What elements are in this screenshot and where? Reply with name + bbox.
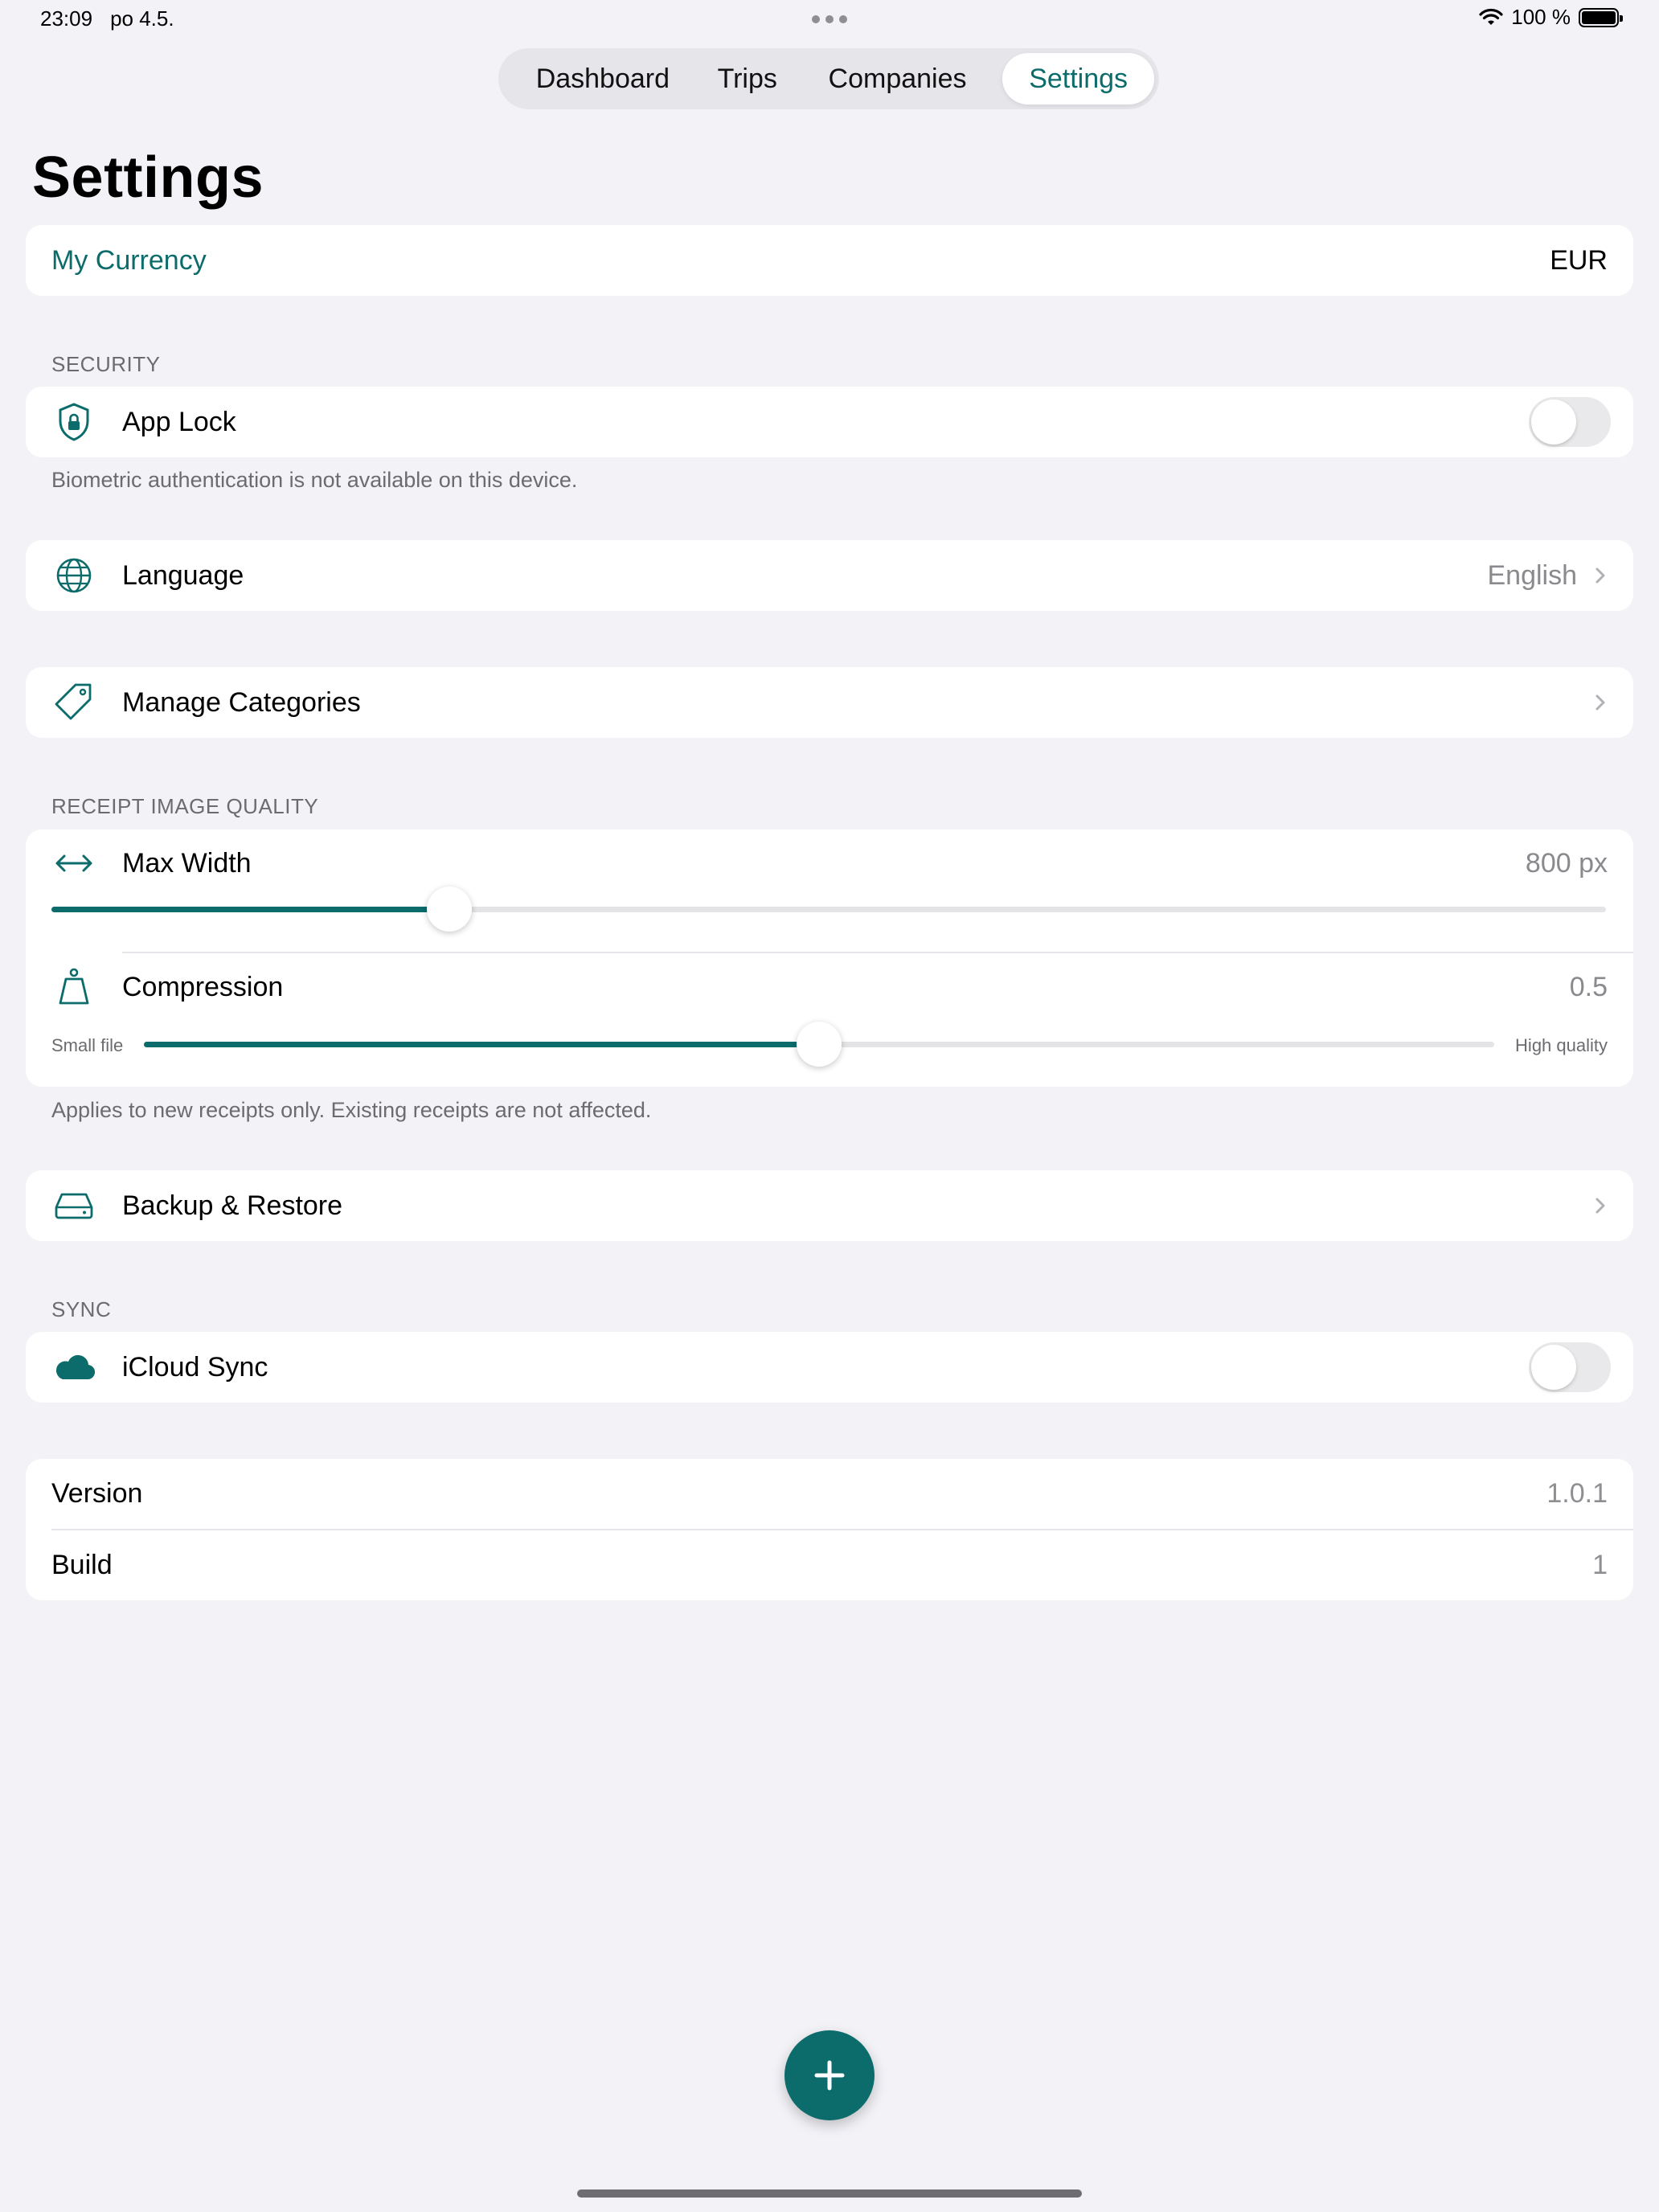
build-row: Build 1 (26, 1530, 1633, 1600)
lock-shield-icon (59, 403, 89, 441)
max-width-slider-thumb[interactable] (427, 887, 473, 932)
language-label: Language (122, 559, 244, 591)
currency-row[interactable]: My Currency EUR (26, 225, 1633, 296)
compression-min-label: Small file (51, 1035, 124, 1055)
max-width-slider[interactable] (51, 907, 1606, 912)
plus-icon (814, 2060, 845, 2091)
currency-value: EUR (1550, 244, 1608, 276)
chevron-right-icon (1596, 1198, 1605, 1214)
build-label: Build (51, 1550, 113, 1580)
status-time: 23:09 (40, 6, 93, 31)
compression-value: 0.5 (1569, 971, 1608, 1002)
status-bar-datetime: 23:09 po 4.5. (40, 6, 192, 31)
weight-icon (59, 968, 89, 1005)
max-width-value: 800 px (1525, 847, 1608, 879)
multitasking-dots-icon[interactable] (812, 10, 847, 29)
app-lock-toggle[interactable] (1529, 397, 1611, 447)
app-lock-label: App Lock (122, 406, 236, 437)
sync-section-header: SYNC (51, 1297, 112, 1321)
add-button[interactable] (784, 2030, 875, 2120)
max-width-label: Max Width (122, 847, 252, 879)
icloud-sync-toggle[interactable] (1529, 1342, 1611, 1392)
receipt-quality-card: Max Width 800 px Compression 0.5 Small f… (26, 830, 1633, 1087)
wifi-icon (1479, 8, 1503, 25)
drive-icon (55, 1193, 93, 1219)
tab-companies[interactable]: Companies (793, 53, 1002, 104)
icloud-sync-label: iCloud Sync (122, 1351, 268, 1382)
status-bar-right: 100 % (1479, 5, 1623, 30)
manage-categories-row[interactable]: Manage Categories (26, 667, 1633, 738)
receipt-quality-footnote: Applies to new receipts only. Existing r… (51, 1098, 652, 1122)
currency-label: My Currency (51, 244, 207, 276)
security-section-header: SECURITY (51, 352, 161, 376)
version-value: 1.0.1 (1546, 1478, 1608, 1509)
version-row: Version 1.0.1 (26, 1459, 1633, 1529)
home-indicator[interactable] (577, 2189, 1082, 2198)
chevron-right-icon (1596, 567, 1605, 584)
battery-icon (1579, 7, 1623, 27)
icloud-sync-row: iCloud Sync (26, 1332, 1633, 1403)
language-row[interactable]: Language English (26, 540, 1633, 611)
width-arrows-icon (55, 854, 92, 872)
manage-categories-label: Manage Categories (122, 686, 361, 718)
battery-percentage: 100 % (1511, 5, 1571, 29)
backup-restore-label: Backup & Restore (122, 1190, 343, 1221)
divider (122, 952, 1633, 953)
version-label: Version (51, 1478, 143, 1509)
compression-max-label: High quality (1515, 1035, 1608, 1055)
compression-label: Compression (122, 971, 284, 1002)
build-value: 1 (1592, 1550, 1608, 1580)
page-title: Settings (32, 145, 264, 210)
chevron-right-icon (1596, 694, 1605, 711)
language-value: English (1487, 559, 1577, 591)
cloud-icon (55, 1354, 96, 1380)
tab-bar: Dashboard Trips Companies Settings (498, 48, 1159, 109)
tab-settings[interactable]: Settings (1002, 53, 1154, 104)
tag-icon (55, 683, 92, 720)
about-card: Version 1.0.1 Build 1 (26, 1459, 1633, 1600)
status-date: po 4.5. (110, 6, 174, 31)
tab-trips[interactable]: Trips (703, 53, 793, 104)
compression-slider-thumb[interactable] (797, 1022, 842, 1067)
globe-icon (56, 558, 92, 593)
app-lock-row: App Lock (26, 387, 1633, 457)
security-footnote: Biometric authentication is not availabl… (51, 468, 578, 492)
tab-dashboard[interactable]: Dashboard (503, 53, 703, 104)
backup-restore-row[interactable]: Backup & Restore (26, 1170, 1633, 1241)
receipt-quality-section-header: RECEIPT IMAGE QUALITY (51, 794, 319, 818)
